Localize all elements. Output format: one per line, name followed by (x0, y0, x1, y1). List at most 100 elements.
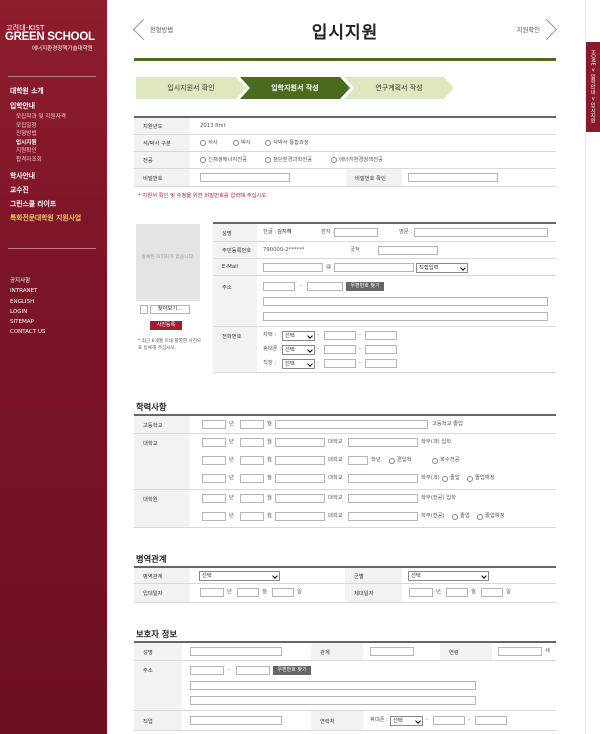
zip-search-button[interactable]: 우편번호 찾기 (346, 282, 384, 291)
browse-button[interactable]: 찾아보기... (150, 305, 190, 314)
univ3-dept-input[interactable] (348, 474, 418, 483)
hs-year-input[interactable] (202, 420, 226, 429)
grad2-month-input[interactable] (240, 512, 264, 521)
radio-major-1[interactable] (200, 157, 206, 163)
mobile-phone-2[interactable] (324, 345, 356, 354)
guardian-zip2-input[interactable] (236, 666, 270, 675)
mobile-phone-select[interactable]: 선택 (282, 345, 315, 355)
guardian-job-input[interactable] (190, 716, 282, 725)
grad-dept-input[interactable] (348, 494, 418, 503)
grad2-name-input[interactable] (275, 512, 325, 521)
grad-year-input[interactable] (202, 494, 226, 503)
radio-graduated[interactable] (442, 475, 448, 482)
util-contact[interactable]: CONTACT US (10, 327, 45, 337)
name-eng-input[interactable] (414, 228, 548, 237)
guardian-age-input[interactable] (498, 647, 542, 656)
univ2-name-input[interactable] (275, 456, 325, 465)
submenu-schedule[interactable]: 모집일정 (10, 122, 81, 131)
guardian-address2-input[interactable] (190, 696, 476, 705)
menu-about[interactable]: 대학원 소개 (10, 86, 81, 96)
mobile-phone-3[interactable] (365, 345, 397, 354)
zip1-input[interactable] (263, 282, 295, 291)
guardian-mobile-select[interactable]: 선택 (390, 715, 423, 726)
next-page-link[interactable]: 지원확인 (517, 14, 556, 48)
hs-month-input[interactable] (240, 420, 264, 429)
radio-grad-expected[interactable] (477, 513, 483, 520)
address2-input[interactable] (263, 312, 548, 321)
univ2-year-input[interactable] (202, 456, 226, 465)
radio-doctor[interactable] (233, 140, 239, 146)
radio-transfer[interactable] (389, 457, 395, 464)
univ-name-input[interactable] (275, 438, 325, 447)
grad2-year-input[interactable] (202, 512, 226, 521)
univ-year-input[interactable] (202, 438, 226, 447)
submenu-result[interactable]: 합격자조회 (10, 156, 81, 165)
util-sitemap[interactable]: SITEMAP (10, 317, 45, 327)
radio-grad-graduated[interactable] (452, 513, 458, 520)
univ-dept-input[interactable] (348, 438, 418, 447)
home-phone-select[interactable]: 선택 (282, 331, 315, 341)
guardian-name-input[interactable] (190, 647, 282, 656)
submenu-check[interactable]: 지원확인 (10, 147, 81, 156)
password-input[interactable] (200, 173, 290, 182)
submenu-qualification[interactable]: 모집학과 및 지원자격 (10, 113, 81, 122)
guardian-mobile-2[interactable] (433, 716, 465, 725)
grade-input[interactable] (348, 456, 368, 465)
office-phone-3[interactable] (365, 359, 397, 368)
grad-month-input[interactable] (240, 494, 264, 503)
util-english[interactable]: ENGLISH (10, 297, 45, 307)
util-intranet[interactable]: INTRANET (10, 286, 45, 296)
photo-file-input[interactable] (140, 305, 148, 314)
hs-name-input[interactable] (275, 420, 428, 429)
email-id-input[interactable] (263, 263, 323, 272)
step-confirm[interactable]: 입시지원서 확인 (136, 77, 246, 99)
menu-life[interactable]: 그린스쿨 라이프 (10, 199, 81, 209)
office-phone-select[interactable]: 선택 (282, 359, 315, 369)
guardian-mobile-3[interactable] (475, 716, 507, 725)
guardian-zip1-input[interactable] (190, 666, 224, 675)
enlist-year-input[interactable] (200, 588, 224, 597)
step-plan[interactable]: 연구계획서 작성 (344, 77, 454, 99)
univ3-month-input[interactable] (240, 474, 264, 483)
radio-integrated[interactable] (265, 140, 271, 146)
email-domain-input[interactable] (334, 263, 414, 272)
logo[interactable]: GREEN SCHOOL (5, 31, 95, 43)
univ2-month-input[interactable] (240, 456, 264, 465)
grad2-dept-input[interactable] (348, 512, 418, 521)
step-write[interactable]: 입학지원서 작성 (240, 77, 350, 99)
grad-name-input[interactable] (275, 494, 325, 503)
univ-month-input[interactable] (240, 438, 264, 447)
nation-input[interactable] (378, 246, 438, 255)
menu-special[interactable]: 특화전문대학원 지원사업 (10, 213, 81, 223)
home-phone-3[interactable] (365, 331, 397, 340)
guardian-relation-input[interactable] (370, 647, 414, 656)
guardian-zip-search-button[interactable]: 우편번호 찾기 (273, 666, 311, 675)
radio-master[interactable] (200, 140, 206, 146)
discharge-day-input[interactable] (481, 588, 503, 597)
menu-faculty[interactable]: 교수진 (10, 185, 81, 195)
univ3-name-input[interactable] (275, 474, 325, 483)
radio-major-3[interactable] (331, 157, 337, 163)
menu-academic[interactable]: 학사안내 (10, 171, 81, 181)
photo-register-button[interactable]: 사진등록 (150, 321, 182, 330)
submenu-apply[interactable]: 입시지원 (10, 139, 81, 148)
name-han-input[interactable] (334, 228, 378, 237)
radio-expected[interactable] (467, 475, 473, 482)
enlist-day-input[interactable] (272, 588, 294, 597)
util-login[interactable]: LOGIN (10, 307, 45, 317)
discharge-month-input[interactable] (446, 588, 468, 597)
email-domain-select[interactable]: 직접입력 (416, 262, 468, 273)
zip2-input[interactable] (307, 282, 343, 291)
enlist-month-input[interactable] (237, 588, 259, 597)
home-phone-2[interactable] (324, 331, 356, 340)
address1-input[interactable] (263, 297, 548, 306)
radio-major-2[interactable] (265, 157, 271, 163)
radio-double-major[interactable] (432, 457, 438, 464)
military-type-select[interactable]: 선택 (199, 571, 280, 581)
discharge-year-input[interactable] (409, 588, 433, 597)
password-confirm-input[interactable] (408, 173, 498, 182)
guardian-address1-input[interactable] (190, 681, 476, 690)
menu-admission[interactable]: 입학안내 (10, 101, 81, 111)
office-phone-2[interactable] (324, 359, 356, 368)
univ3-year-input[interactable] (202, 474, 226, 483)
